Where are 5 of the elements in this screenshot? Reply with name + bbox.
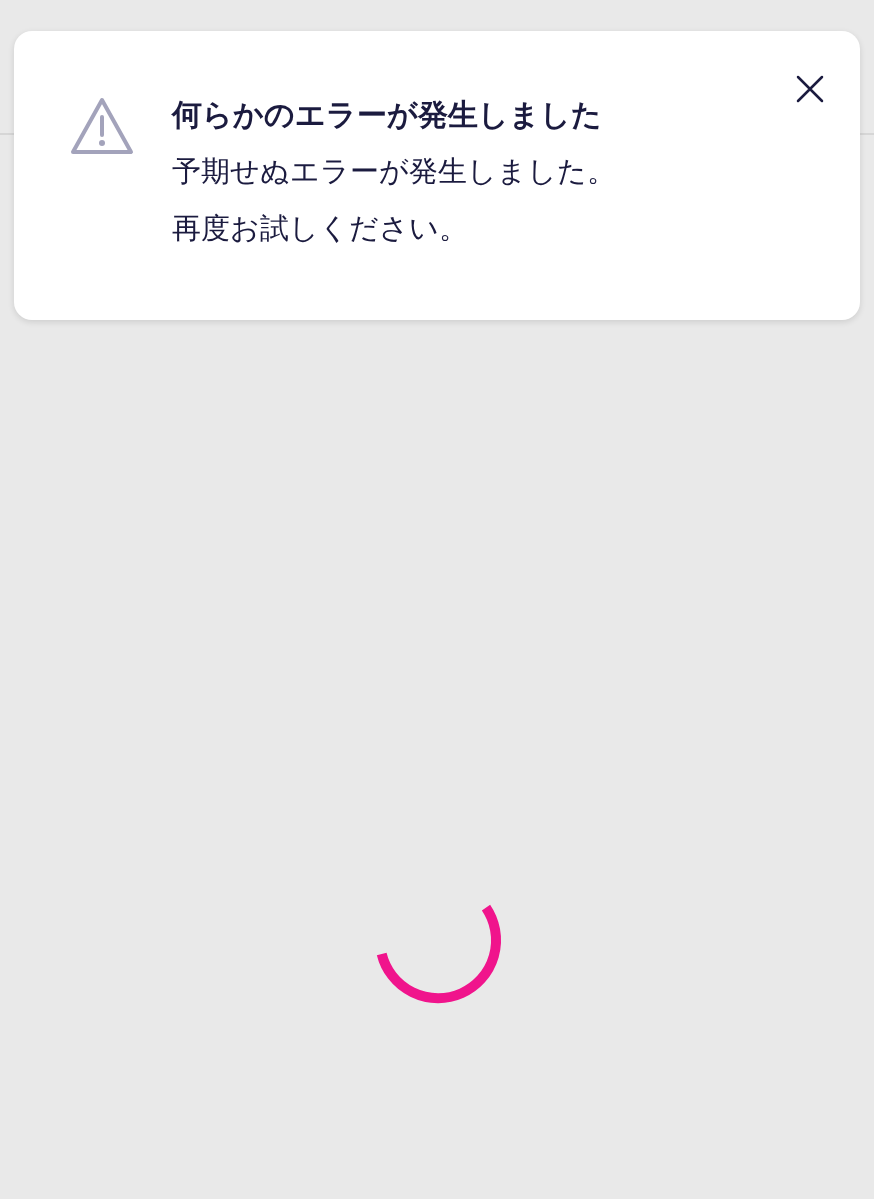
message-line: 再度お試しください。 [172,210,469,247]
warning-icon [70,97,134,155]
toast-title: 何らかのエラーが発生しました [172,96,603,134]
close-icon [796,75,824,103]
message-line: 予期せぬエラーが発生しました。 [172,153,616,190]
